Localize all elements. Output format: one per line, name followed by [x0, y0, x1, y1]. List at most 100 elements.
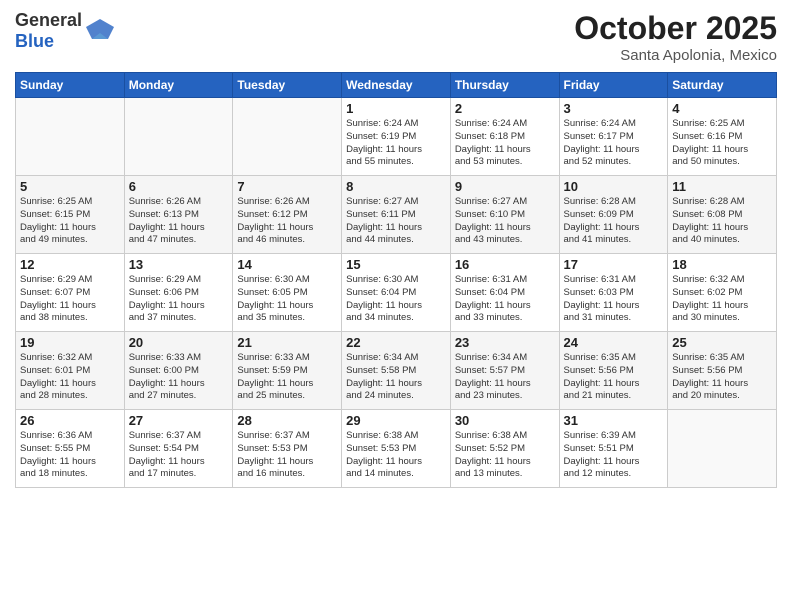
logo-icon — [86, 17, 114, 45]
calendar-cell: 20 Sunrise: 6:33 AM Sunset: 6:00 PM Dayli… — [124, 332, 233, 410]
day-number: 14 — [237, 257, 337, 272]
calendar-cell: 31Sunrise: 6:39 AM Sunset: 5:51 PM Dayli… — [559, 410, 668, 488]
calendar-cell: 22Sunrise: 6:34 AM Sunset: 5:58 PM Dayli… — [342, 332, 451, 410]
day-info: Sunrise: 6:33 AM Sunset: 5:59 PM Dayligh… — [237, 352, 337, 403]
calendar-cell: 4 Sunrise: 6:25 AM Sunset: 6:16 PM Daylig… — [668, 98, 777, 176]
day-number: 16 — [455, 257, 555, 272]
calendar-cell — [668, 410, 777, 488]
month-title: October 2025 — [574, 10, 777, 47]
day-number: 2 — [455, 101, 555, 116]
day-info: Sunrise: 6:25 AM Sunset: 6:15 PM Dayligh… — [20, 196, 120, 247]
day-info: Sunrise: 6:24 AM Sunset: 6:18 PM Dayligh… — [455, 118, 555, 169]
day-number: 24 — [564, 335, 664, 350]
day-info: Sunrise: 6:29 AM Sunset: 6:07 PM Dayligh… — [20, 274, 120, 325]
weekday-header-thursday: Thursday — [450, 73, 559, 98]
day-info: Sunrise: 6:32 AM Sunset: 6:02 PM Dayligh… — [672, 274, 772, 325]
day-info: Sunrise: 6:24 AM Sunset: 6:19 PM Dayligh… — [346, 118, 446, 169]
day-number: 15 — [346, 257, 446, 272]
calendar-cell: 5 Sunrise: 6:25 AM Sunset: 6:15 PM Daylig… — [16, 176, 125, 254]
day-info: Sunrise: 6:31 AM Sunset: 6:04 PM Dayligh… — [455, 274, 555, 325]
day-info: Sunrise: 6:24 AM Sunset: 6:17 PM Dayligh… — [564, 118, 664, 169]
day-info: Sunrise: 6:28 AM Sunset: 6:09 PM Dayligh… — [564, 196, 664, 247]
day-info: Sunrise: 6:28 AM Sunset: 6:08 PM Dayligh… — [672, 196, 772, 247]
day-info: Sunrise: 6:37 AM Sunset: 5:54 PM Dayligh… — [129, 430, 229, 481]
day-number: 9 — [455, 179, 555, 194]
day-number: 10 — [564, 179, 664, 194]
calendar-cell: 7Sunrise: 6:26 AM Sunset: 6:12 PM Daylig… — [233, 176, 342, 254]
logo: General Blue — [15, 10, 114, 52]
calendar-cell: 15 Sunrise: 6:30 AM Sunset: 6:04 PM Dayli… — [342, 254, 451, 332]
day-info: Sunrise: 6:27 AM Sunset: 6:11 PM Dayligh… — [346, 196, 446, 247]
calendar-cell: 21 Sunrise: 6:33 AM Sunset: 5:59 PM Dayli… — [233, 332, 342, 410]
calendar-cell: 12 Sunrise: 6:29 AM Sunset: 6:07 PM Dayli… — [16, 254, 125, 332]
calendar-cell: 27 Sunrise: 6:37 AM Sunset: 5:54 PM Dayli… — [124, 410, 233, 488]
day-info: Sunrise: 6:38 AM Sunset: 5:52 PM Dayligh… — [455, 430, 555, 481]
day-number: 23 — [455, 335, 555, 350]
calendar-cell: 13 Sunrise: 6:29 AM Sunset: 6:06 PM Dayli… — [124, 254, 233, 332]
weekday-header-saturday: Saturday — [668, 73, 777, 98]
day-info: Sunrise: 6:36 AM Sunset: 5:55 PM Dayligh… — [20, 430, 120, 481]
day-info: Sunrise: 6:30 AM Sunset: 6:05 PM Dayligh… — [237, 274, 337, 325]
day-number: 17 — [564, 257, 664, 272]
week-row-4: 19 Sunrise: 6:32 AM Sunset: 6:01 PM Dayli… — [16, 332, 777, 410]
day-number: 13 — [129, 257, 229, 272]
day-info: Sunrise: 6:25 AM Sunset: 6:16 PM Dayligh… — [672, 118, 772, 169]
weekday-header-tuesday: Tuesday — [233, 73, 342, 98]
calendar-cell: 9 Sunrise: 6:27 AM Sunset: 6:10 PM Daylig… — [450, 176, 559, 254]
day-info: Sunrise: 6:38 AM Sunset: 5:53 PM Dayligh… — [346, 430, 446, 481]
calendar-cell: 30 Sunrise: 6:38 AM Sunset: 5:52 PM Dayli… — [450, 410, 559, 488]
calendar-cell: 23Sunrise: 6:34 AM Sunset: 5:57 PM Dayli… — [450, 332, 559, 410]
calendar-cell: 26Sunrise: 6:36 AM Sunset: 5:55 PM Dayli… — [16, 410, 125, 488]
week-row-3: 12 Sunrise: 6:29 AM Sunset: 6:07 PM Dayli… — [16, 254, 777, 332]
day-info: Sunrise: 6:33 AM Sunset: 6:00 PM Dayligh… — [129, 352, 229, 403]
title-block: October 2025 Santa Apolonia, Mexico — [574, 10, 777, 64]
calendar-cell: 8Sunrise: 6:27 AM Sunset: 6:11 PM Daylig… — [342, 176, 451, 254]
day-number: 25 — [672, 335, 772, 350]
weekday-header-friday: Friday — [559, 73, 668, 98]
calendar-cell: 11 Sunrise: 6:28 AM Sunset: 6:08 PM Dayli… — [668, 176, 777, 254]
day-info: Sunrise: 6:27 AM Sunset: 6:10 PM Dayligh… — [455, 196, 555, 247]
logo-blue: Blue — [15, 31, 82, 52]
week-row-2: 5 Sunrise: 6:25 AM Sunset: 6:15 PM Daylig… — [16, 176, 777, 254]
day-number: 21 — [237, 335, 337, 350]
calendar-cell — [16, 98, 125, 176]
calendar-cell: 1 Sunrise: 6:24 AM Sunset: 6:19 PM Daylig… — [342, 98, 451, 176]
week-row-5: 26Sunrise: 6:36 AM Sunset: 5:55 PM Dayli… — [16, 410, 777, 488]
calendar-cell — [124, 98, 233, 176]
logo-text: General Blue — [15, 10, 82, 52]
day-number: 7 — [237, 179, 337, 194]
logo-general: General — [15, 10, 82, 31]
day-info: Sunrise: 6:37 AM Sunset: 5:53 PM Dayligh… — [237, 430, 337, 481]
day-number: 20 — [129, 335, 229, 350]
day-number: 5 — [20, 179, 120, 194]
weekday-header-sunday: Sunday — [16, 73, 125, 98]
week-row-1: 1 Sunrise: 6:24 AM Sunset: 6:19 PM Daylig… — [16, 98, 777, 176]
calendar-cell: 14 Sunrise: 6:30 AM Sunset: 6:05 PM Dayli… — [233, 254, 342, 332]
day-number: 12 — [20, 257, 120, 272]
header: General Blue October 2025 Santa Apolonia… — [15, 10, 777, 64]
calendar-cell: 25 Sunrise: 6:35 AM Sunset: 5:56 PM Dayli… — [668, 332, 777, 410]
day-info: Sunrise: 6:35 AM Sunset: 5:56 PM Dayligh… — [564, 352, 664, 403]
day-info: Sunrise: 6:29 AM Sunset: 6:06 PM Dayligh… — [129, 274, 229, 325]
weekday-header-monday: Monday — [124, 73, 233, 98]
calendar-table: SundayMondayTuesdayWednesdayThursdayFrid… — [15, 72, 777, 488]
day-number: 11 — [672, 179, 772, 194]
day-number: 27 — [129, 413, 229, 428]
day-number: 31 — [564, 413, 664, 428]
calendar-cell: 28Sunrise: 6:37 AM Sunset: 5:53 PM Dayli… — [233, 410, 342, 488]
day-number: 1 — [346, 101, 446, 116]
day-info: Sunrise: 6:30 AM Sunset: 6:04 PM Dayligh… — [346, 274, 446, 325]
day-number: 19 — [20, 335, 120, 350]
day-number: 4 — [672, 101, 772, 116]
calendar-cell: 29Sunrise: 6:38 AM Sunset: 5:53 PM Dayli… — [342, 410, 451, 488]
day-info: Sunrise: 6:35 AM Sunset: 5:56 PM Dayligh… — [672, 352, 772, 403]
calendar-cell: 24 Sunrise: 6:35 AM Sunset: 5:56 PM Dayli… — [559, 332, 668, 410]
calendar-cell: 18Sunrise: 6:32 AM Sunset: 6:02 PM Dayli… — [668, 254, 777, 332]
day-info: Sunrise: 6:32 AM Sunset: 6:01 PM Dayligh… — [20, 352, 120, 403]
calendar-cell: 16 Sunrise: 6:31 AM Sunset: 6:04 PM Dayli… — [450, 254, 559, 332]
weekday-header-row: SundayMondayTuesdayWednesdayThursdayFrid… — [16, 73, 777, 98]
day-number: 22 — [346, 335, 446, 350]
calendar-cell — [233, 98, 342, 176]
day-number: 30 — [455, 413, 555, 428]
day-number: 6 — [129, 179, 229, 194]
